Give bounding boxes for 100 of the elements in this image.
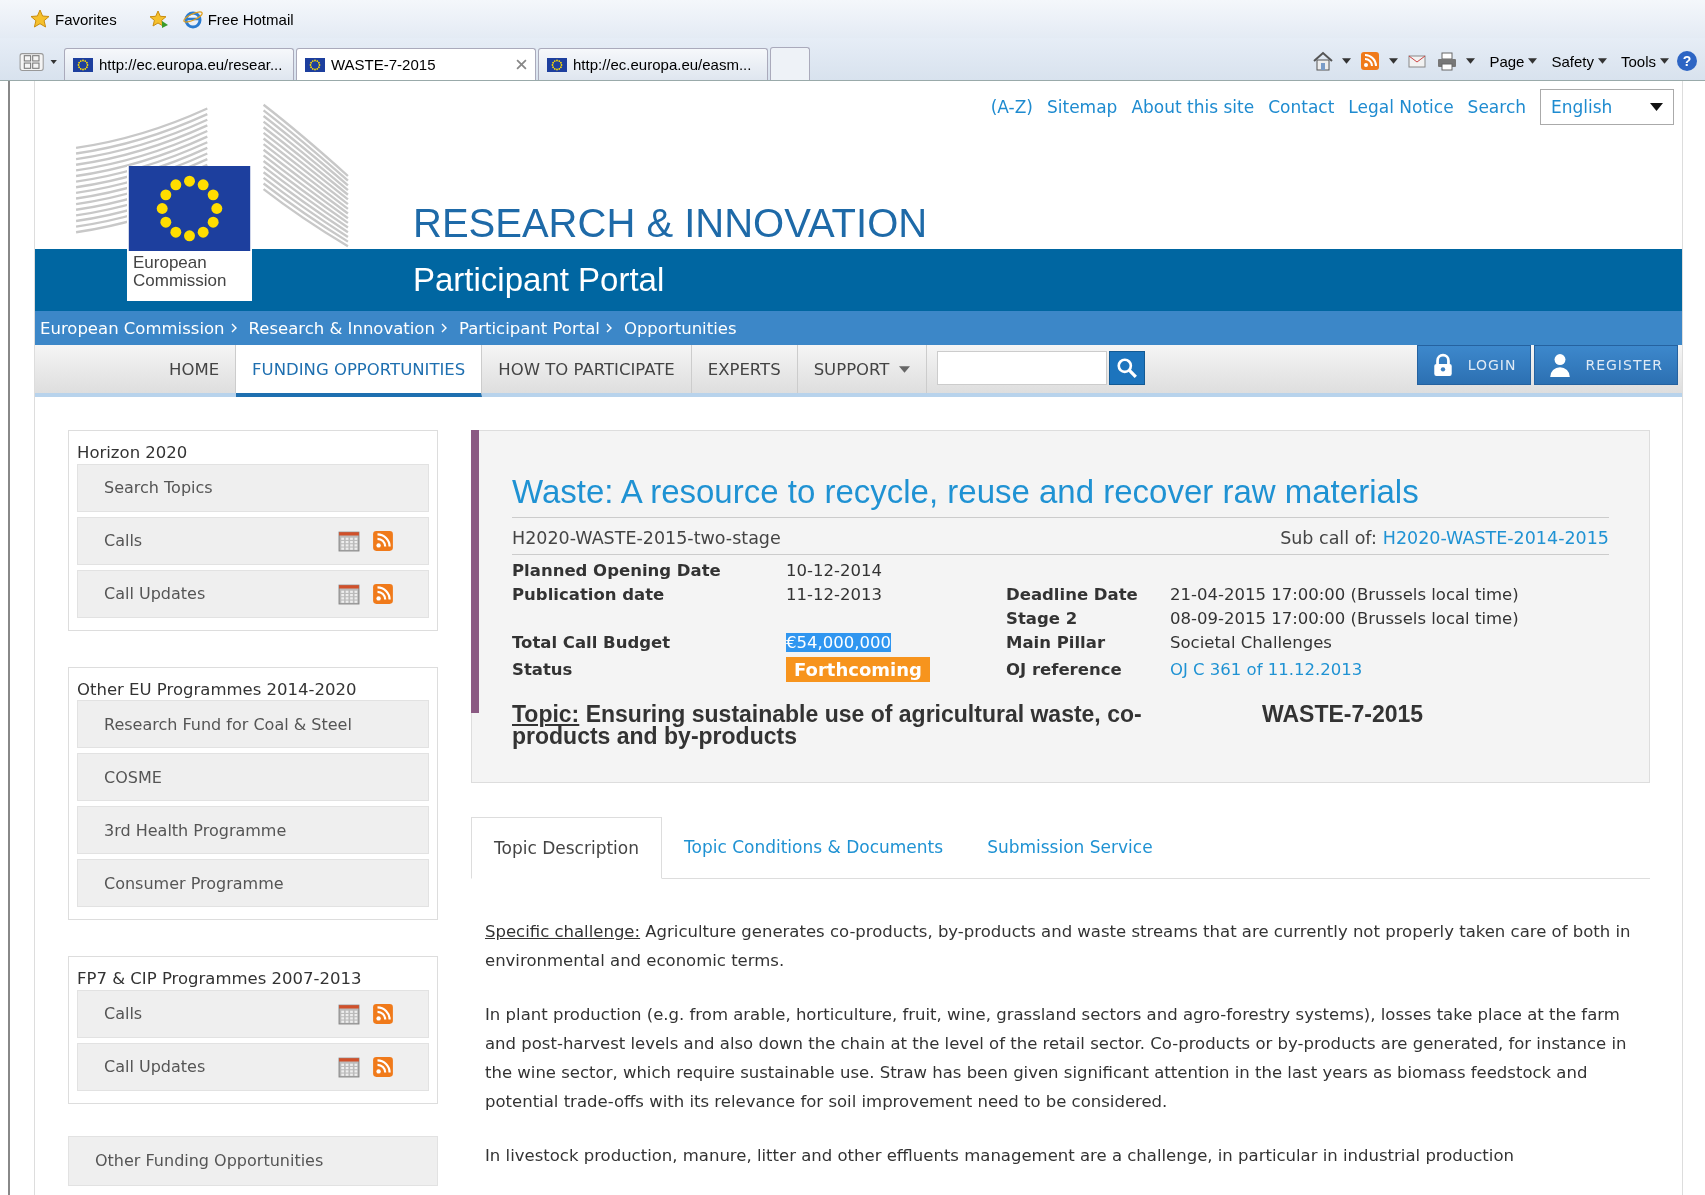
caret-icon bbox=[1528, 58, 1538, 64]
selected-text: €54,000,000 bbox=[786, 633, 891, 652]
browser-icon bbox=[182, 9, 203, 29]
browser-tab[interactable]: http://ec.europa.eu/resear... bbox=[64, 48, 294, 80]
field-value: 10-12-2014 bbox=[786, 561, 882, 580]
login-button[interactable]: LOGIN bbox=[1416, 345, 1532, 385]
sidebar-link[interactable]: COSME bbox=[104, 767, 162, 787]
field-label: Deadline Date bbox=[1006, 585, 1139, 604]
field-value: 08-09-2015 17:00:00 (Brussels local time) bbox=[1170, 609, 1519, 628]
field-label: Stage 2 bbox=[1006, 609, 1079, 628]
sidebar-link[interactable]: Calls bbox=[104, 1004, 143, 1023]
status-badge: Forthcoming bbox=[786, 657, 930, 682]
sidebar-item[interactable]: Call Updates bbox=[77, 1042, 429, 1091]
search-field[interactable] bbox=[937, 351, 1108, 385]
caret-icon bbox=[1660, 58, 1669, 64]
breadcrumb-link[interactable]: European Commission bbox=[40, 318, 225, 338]
browser-tab[interactable]: WASTE-7-2015 bbox=[296, 48, 536, 80]
rss-icon[interactable] bbox=[372, 1002, 394, 1025]
site-title: RESEARCH & INNOVATION bbox=[413, 201, 929, 245]
rss-icon[interactable] bbox=[372, 529, 394, 552]
search-icon bbox=[1116, 357, 1139, 379]
printer-icon[interactable] bbox=[1436, 51, 1459, 71]
eu-flag-icon bbox=[127, 166, 252, 251]
eu-flag-icon bbox=[547, 57, 567, 72]
help-button[interactable]: ? bbox=[1677, 51, 1697, 71]
sidebar-item[interactable]: Consumer Programme bbox=[77, 859, 429, 907]
rss-icon[interactable] bbox=[1359, 51, 1382, 71]
padlock-icon bbox=[1431, 353, 1454, 377]
utility-link[interactable]: About this site bbox=[1131, 97, 1255, 117]
caret-icon[interactable] bbox=[899, 365, 911, 373]
sidebar-heading: FP7 & CIP Programmes 2007-2013 bbox=[77, 971, 363, 988]
home-icon[interactable] bbox=[1312, 51, 1335, 71]
calendar-icon[interactable] bbox=[338, 529, 360, 552]
language-select[interactable]: English bbox=[1540, 89, 1674, 125]
nav-tab[interactable]: SUPPORT bbox=[797, 345, 928, 393]
nav-tab[interactable]: FUNDING OPPORTUNITIES bbox=[236, 345, 483, 397]
breadcrumb-link[interactable]: Opportunities bbox=[623, 318, 737, 338]
sidebar-item[interactable]: Research Fund for Coal & Steel bbox=[77, 700, 429, 748]
search-button[interactable] bbox=[1109, 351, 1146, 385]
sidebar-item[interactable]: COSME bbox=[77, 753, 429, 801]
command-menu[interactable]: Tools bbox=[1620, 52, 1669, 70]
calendar-icon[interactable] bbox=[338, 582, 360, 605]
field-value: 11-12-2013 bbox=[786, 585, 882, 604]
close-icon[interactable] bbox=[516, 59, 527, 70]
eu-flag-icon bbox=[73, 57, 93, 72]
caret-icon[interactable] bbox=[1342, 58, 1352, 64]
description-paragraph: In plant production (e.g. from arable, horticulture, fruit, wine, grassland sectors and agro-forestry systems), losses take place at the farm and post-harvest levels and also down the chain at the level of the retail sector. Co-products or by-products are generated, for instance in the wine sector, which require sustainable use. Straw has been given significant attention in the last years as biomass feedstock and potential trade-offs with its relevance for soil improvement need to be considered. bbox=[485, 1003, 1628, 1113]
caret-icon bbox=[1597, 58, 1607, 64]
content-tab[interactable]: Topic Conditions & Documents bbox=[662, 816, 966, 878]
nav-tab[interactable]: HOW TO PARTICIPATE bbox=[482, 345, 692, 393]
sidebar-link[interactable]: Research Fund for Coal & Steel bbox=[104, 714, 352, 734]
caret-icon bbox=[1650, 103, 1663, 111]
content-tab[interactable]: Topic Description bbox=[471, 816, 662, 879]
sidebar-item[interactable]: Calls bbox=[77, 989, 429, 1038]
add-favorite-icon[interactable] bbox=[148, 9, 169, 29]
calendar-icon[interactable] bbox=[338, 1055, 360, 1078]
sidebar-link[interactable]: Calls bbox=[104, 531, 143, 550]
person-icon bbox=[1549, 353, 1572, 377]
new-tab-button[interactable] bbox=[770, 47, 810, 80]
command-menu[interactable]: Safety bbox=[1551, 52, 1607, 70]
utility-link[interactable]: Sitemap bbox=[1046, 97, 1118, 117]
sidebar-item[interactable]: 3rd Health Programme bbox=[77, 806, 429, 854]
call-title: Waste: A resource to recycle, reuse and recover raw materials bbox=[512, 473, 1609, 518]
caret-icon[interactable] bbox=[1466, 58, 1476, 64]
description-paragraph: In livestock production, manure, litter and other effluents management are a challenge, in particular in industrial production bbox=[485, 1144, 1515, 1167]
rss-icon[interactable] bbox=[372, 582, 394, 605]
sidebar-link[interactable]: 3rd Health Programme bbox=[104, 820, 287, 840]
sidebar-heading: Horizon 2020 bbox=[77, 445, 189, 462]
nav-tab[interactable]: EXPERTS bbox=[691, 345, 798, 393]
breadcrumb-link[interactable]: Participant Portal bbox=[458, 318, 600, 338]
field-label: Status bbox=[512, 660, 574, 679]
browser-tab[interactable]: http://ec.europa.eu/easm... bbox=[538, 48, 768, 80]
sidebar-link[interactable]: Search Topics bbox=[104, 478, 213, 497]
command-menu[interactable]: Page bbox=[1489, 52, 1538, 70]
favorite-link[interactable]: Free Hotmail bbox=[182, 9, 294, 29]
sidebar-link[interactable]: Call Updates bbox=[104, 1057, 206, 1076]
rss-icon[interactable] bbox=[372, 1055, 394, 1078]
sidebar-item[interactable]: Other Funding Opportunities bbox=[68, 1135, 438, 1186]
chevron-icon bbox=[605, 323, 612, 333]
utility-link[interactable]: (A-Z) bbox=[990, 97, 1033, 117]
field-value: 21-04-2015 17:00:00 (Brussels local time) bbox=[1170, 585, 1519, 604]
sidebar-item[interactable]: Search Topics bbox=[77, 463, 429, 512]
sidebar-item[interactable]: Calls bbox=[77, 516, 429, 565]
field-label: Publication date bbox=[512, 585, 666, 604]
register-button[interactable]: REGISTER bbox=[1534, 345, 1678, 385]
calendar-icon[interactable] bbox=[338, 1002, 360, 1025]
utility-link[interactable]: Legal Notice bbox=[1348, 97, 1454, 117]
star-icon bbox=[30, 9, 50, 29]
breadcrumb-link[interactable]: Research & Innovation bbox=[248, 318, 435, 338]
favorites-button[interactable]: Favorites bbox=[30, 9, 117, 29]
content-tab[interactable]: Submission Service bbox=[965, 816, 1175, 878]
sidebar-link[interactable]: Consumer Programme bbox=[104, 873, 284, 893]
utility-link[interactable]: Contact bbox=[1268, 97, 1335, 117]
call-identifier: H2020-WASTE-2015-two-stage bbox=[512, 528, 781, 548]
caret-icon[interactable] bbox=[1389, 58, 1399, 64]
logo-text: European Commission bbox=[132, 252, 228, 292]
utility-link[interactable]: Search bbox=[1467, 97, 1526, 117]
sidebar-item[interactable]: Call Updates bbox=[77, 569, 429, 618]
sidebar-link[interactable]: Call Updates bbox=[104, 584, 206, 603]
chevron-icon bbox=[440, 323, 447, 333]
